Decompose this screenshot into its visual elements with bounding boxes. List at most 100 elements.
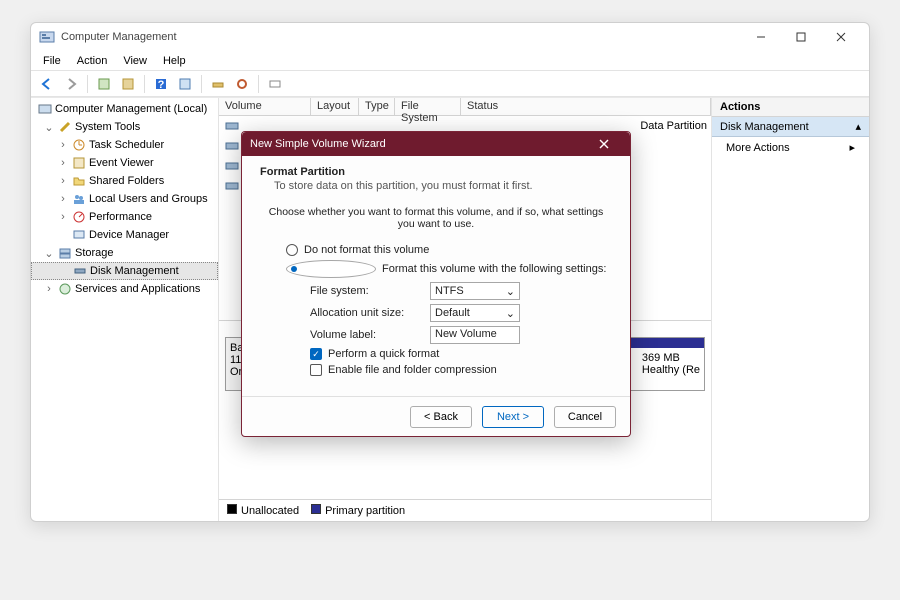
- actions-header: Actions: [712, 98, 869, 117]
- checkbox-compression[interactable]: Enable file and folder compression: [310, 364, 612, 376]
- users-icon: [72, 192, 86, 206]
- titlebar: Computer Management: [31, 23, 869, 51]
- disk-icon: [73, 264, 87, 278]
- label-volume-label: Volume label:: [310, 329, 430, 341]
- app-icon: [39, 29, 55, 45]
- drive-icon: [225, 139, 239, 153]
- chevron-right-icon[interactable]: ›: [57, 175, 69, 187]
- event-icon: [72, 156, 86, 170]
- menubar: File Action View Help: [31, 51, 869, 71]
- window-title: Computer Management: [61, 31, 177, 43]
- clock-icon: [72, 138, 86, 152]
- drive-icon: [225, 159, 239, 173]
- volume-label-input[interactable]: New Volume: [430, 326, 520, 344]
- tree-devmgr[interactable]: Device Manager: [31, 226, 218, 244]
- computer-icon: [38, 102, 52, 116]
- forward-icon[interactable]: [61, 74, 81, 94]
- col-status[interactable]: Status: [461, 98, 711, 115]
- tree-perf[interactable]: ›Performance: [31, 208, 218, 226]
- tree-event[interactable]: ›Event Viewer: [31, 154, 218, 172]
- menu-file[interactable]: File: [35, 53, 69, 69]
- tree-systools[interactable]: ⌄ System Tools: [31, 118, 218, 136]
- actions-section[interactable]: Disk Management ▴: [712, 117, 869, 137]
- tb-icon-2[interactable]: [118, 74, 138, 94]
- help-icon[interactable]: ?: [151, 74, 171, 94]
- folder-icon: [72, 174, 86, 188]
- tb-icon-6[interactable]: [265, 74, 285, 94]
- actions-more[interactable]: More Actions ▸: [712, 137, 869, 158]
- tree-storage[interactable]: ⌄Storage: [31, 244, 218, 262]
- wizard-close-button[interactable]: [598, 138, 622, 150]
- menu-action[interactable]: Action: [69, 53, 116, 69]
- chevron-right-icon[interactable]: ›: [57, 139, 69, 151]
- col-layout[interactable]: Layout: [311, 98, 359, 115]
- label-file-system: File system:: [310, 285, 430, 297]
- services-icon: [58, 282, 72, 296]
- chevron-right-icon[interactable]: ›: [43, 283, 55, 295]
- device-icon: [72, 228, 86, 242]
- radio-icon: [286, 260, 376, 278]
- tree-services[interactable]: ›Services and Applications: [31, 280, 218, 298]
- wizard-buttons: < Back Next > Cancel: [242, 396, 630, 436]
- next-button[interactable]: Next >: [482, 406, 544, 428]
- nav-tree: Computer Management (Local) ⌄ System Too…: [31, 98, 219, 521]
- chevron-up-icon: ▴: [855, 120, 861, 133]
- storage-icon: [58, 246, 72, 260]
- drive-icon: [225, 119, 239, 133]
- wizard-instruction: Choose whether you want to format this v…: [260, 206, 612, 230]
- drive-icon: [225, 179, 239, 193]
- wizard-dialog: New Simple Volume Wizard Format Partitio…: [241, 131, 631, 437]
- menu-view[interactable]: View: [115, 53, 155, 69]
- label-allocation-unit: Allocation unit size:: [310, 307, 430, 319]
- tb-icon-1[interactable]: [94, 74, 114, 94]
- tb-icon-4[interactable]: [208, 74, 228, 94]
- close-button[interactable]: [821, 23, 861, 51]
- tb-icon-5[interactable]: [232, 74, 252, 94]
- back-icon[interactable]: [37, 74, 57, 94]
- chevron-right-icon[interactable]: ›: [57, 157, 69, 169]
- radio-icon: [286, 244, 298, 256]
- col-fs[interactable]: File System: [395, 98, 461, 115]
- legend-primary: Primary partition: [311, 504, 405, 517]
- chevron-right-icon: ▸: [849, 141, 855, 154]
- wizard-titlebar: New Simple Volume Wizard: [242, 132, 630, 156]
- tree-users[interactable]: ›Local Users and Groups: [31, 190, 218, 208]
- radio-format[interactable]: Format this volume with the following se…: [286, 260, 612, 278]
- col-type[interactable]: Type: [359, 98, 395, 115]
- actions-pane: Actions Disk Management ▴ More Actions ▸: [711, 98, 869, 521]
- svg-text:?: ?: [158, 79, 165, 91]
- tree-task[interactable]: ›Task Scheduler: [31, 136, 218, 154]
- partition-block[interactable]: 369 MB Healthy (Re: [619, 337, 705, 391]
- tree-shared[interactable]: ›Shared Folders: [31, 172, 218, 190]
- perf-icon: [72, 210, 86, 224]
- wizard-title: New Simple Volume Wizard: [250, 138, 386, 150]
- back-button[interactable]: < Back: [410, 406, 472, 428]
- tree-root[interactable]: Computer Management (Local): [31, 100, 218, 118]
- legend-unallocated: Unallocated: [227, 504, 299, 517]
- chevron-right-icon[interactable]: ›: [57, 193, 69, 205]
- checkbox-icon: ✓: [310, 348, 322, 360]
- wizard-body: Format Partition To store data on this p…: [242, 156, 630, 396]
- wizard-subheading: To store data on this partition, you mus…: [274, 180, 612, 192]
- menu-help[interactable]: Help: [155, 53, 194, 69]
- col-volume[interactable]: Volume: [219, 98, 311, 115]
- wizard-heading: Format Partition: [260, 166, 612, 178]
- toolbar: ?: [31, 71, 869, 97]
- radio-no-format[interactable]: Do not format this volume: [286, 244, 612, 256]
- file-system-select[interactable]: NTFS⌄: [430, 282, 520, 300]
- chevron-down-icon: ⌄: [506, 285, 515, 298]
- chevron-down-icon: ⌄: [506, 307, 515, 320]
- maximize-button[interactable]: [781, 23, 821, 51]
- allocation-unit-select[interactable]: Default⌄: [430, 304, 520, 322]
- chevron-down-icon[interactable]: ⌄: [43, 247, 55, 259]
- checkbox-icon: [310, 364, 322, 376]
- tree-diskmgmt[interactable]: Disk Management: [31, 262, 218, 280]
- cancel-button[interactable]: Cancel: [554, 406, 616, 428]
- minimize-button[interactable]: [741, 23, 781, 51]
- tools-icon: [58, 120, 72, 134]
- chevron-down-icon[interactable]: ⌄: [43, 121, 55, 133]
- tb-icon-3[interactable]: [175, 74, 195, 94]
- checkbox-quick-format[interactable]: ✓ Perform a quick format: [310, 348, 612, 360]
- volume-list-header: Volume Layout Type File System Status: [219, 98, 711, 116]
- chevron-right-icon[interactable]: ›: [57, 211, 69, 223]
